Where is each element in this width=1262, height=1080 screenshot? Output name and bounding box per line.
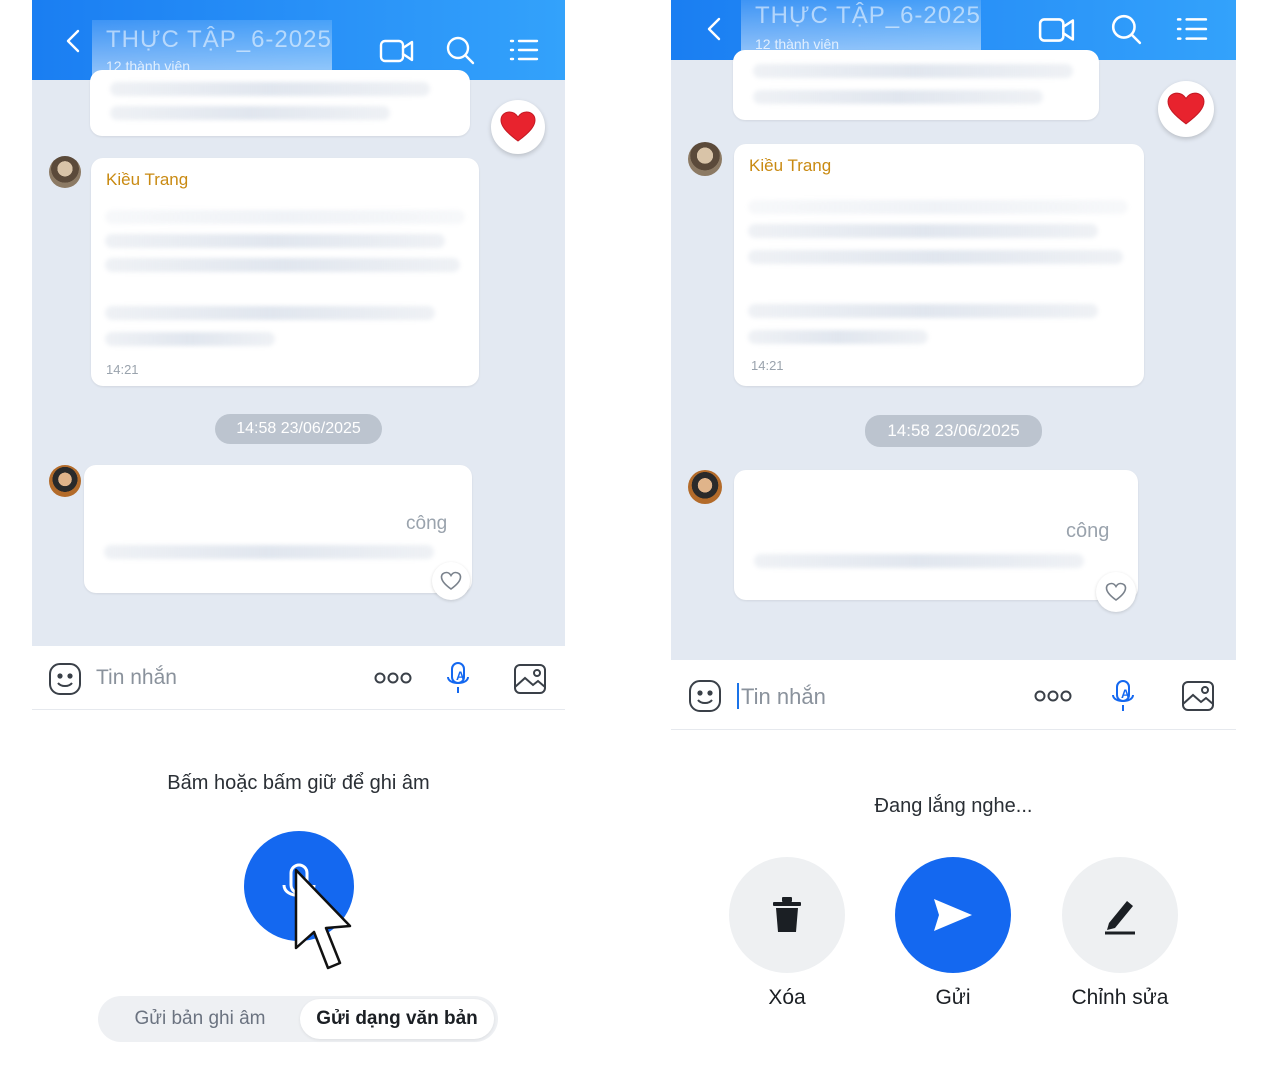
- heart-reaction[interactable]: [1158, 81, 1214, 137]
- svg-text:A: A: [1121, 687, 1130, 701]
- mouse-cursor-icon: [294, 868, 352, 970]
- message-input[interactable]: Tin nhắn: [741, 684, 826, 710]
- video-call-icon[interactable]: [378, 32, 416, 70]
- message-text-partial: công: [1066, 520, 1110, 542]
- send-button[interactable]: [895, 857, 1011, 973]
- more-options-icon[interactable]: [1031, 684, 1075, 708]
- search-icon[interactable]: [1107, 10, 1145, 48]
- group-name: THỰC TẬP_6-2025: [106, 26, 332, 53]
- svg-text:A: A: [456, 669, 465, 683]
- heart-icon: [500, 111, 536, 142]
- image-icon[interactable]: [1179, 678, 1217, 714]
- heart-reaction[interactable]: [491, 100, 545, 154]
- message-bubble[interactable]: Kiều Trang 14:21: [734, 144, 1144, 386]
- heart-icon: [1167, 92, 1205, 125]
- avatar[interactable]: [688, 470, 722, 504]
- menu-list-icon[interactable]: [1173, 12, 1211, 46]
- react-button[interactable]: [432, 562, 470, 600]
- message-time: 14:21: [751, 358, 784, 373]
- message-bubble[interactable]: công: [84, 465, 472, 593]
- video-call-icon[interactable]: [1037, 10, 1077, 50]
- delete-label: Xóa: [768, 986, 806, 1009]
- message-input-bar: Tin nhắn A: [671, 662, 1236, 730]
- react-button[interactable]: [1096, 572, 1136, 612]
- chat-area[interactable]: Kiều Trang 14:21 14:58 23/06/2025 công: [671, 50, 1236, 660]
- avatar[interactable]: [688, 142, 722, 176]
- edit-pencil-icon: [1105, 901, 1135, 935]
- sender-name: Kiều Trang: [106, 170, 189, 189]
- voice-to-text-icon[interactable]: A: [1109, 678, 1139, 714]
- message-input[interactable]: Tin nhắn: [96, 666, 177, 690]
- edit-button[interactable]: [1062, 857, 1178, 973]
- more-options-icon[interactable]: [372, 666, 414, 690]
- chat-header: THỰC TẬP_6-2025 12 thành viên: [32, 0, 565, 80]
- message-bubble[interactable]: [90, 70, 470, 136]
- left-screen: THỰC TẬP_6-2025 12 thành viên Kiều Trang: [32, 0, 565, 1080]
- sender-name: Kiều Trang: [749, 156, 832, 175]
- back-arrow-icon[interactable]: [699, 14, 729, 44]
- message-bubble[interactable]: công: [734, 470, 1138, 600]
- message-input-bar: Tin nhắn A: [32, 646, 565, 710]
- send-voice-option[interactable]: Gửi bản ghi âm: [102, 999, 298, 1039]
- sticker-icon[interactable]: [687, 678, 723, 714]
- group-name: THỰC TẬP_6-2025: [755, 2, 981, 29]
- listening-status: Đang lắng nghe...: [874, 795, 1033, 817]
- avatar[interactable]: [49, 465, 81, 497]
- chat-area[interactable]: Kiều Trang 14:21 14:58 23/06/2025 công: [32, 70, 565, 646]
- voice-to-text-icon[interactable]: A: [444, 660, 474, 696]
- message-time: 14:21: [106, 362, 139, 377]
- search-icon[interactable]: [442, 32, 478, 68]
- timestamp-divider: 14:58 23/06/2025: [215, 414, 382, 444]
- heart-icon: [440, 571, 462, 590]
- send-icon: [934, 899, 972, 931]
- delete-button[interactable]: [729, 857, 845, 973]
- send-text-option[interactable]: Gửi dạng văn bản: [300, 999, 494, 1039]
- trash-icon: [773, 897, 801, 932]
- heart-icon: [1105, 582, 1127, 601]
- message-text-partial: công: [406, 513, 448, 534]
- sticker-icon[interactable]: [48, 662, 82, 696]
- send-mode-toggle: Gửi bản ghi âm Gửi dạng văn bản: [98, 996, 498, 1042]
- message-bubble[interactable]: Kiều Trang 14:21: [91, 158, 479, 386]
- text-caret: [737, 683, 739, 709]
- message-bubble[interactable]: [733, 50, 1099, 120]
- edit-label: Chỉnh sửa: [1071, 986, 1169, 1009]
- avatar[interactable]: [49, 156, 81, 188]
- image-icon[interactable]: [512, 662, 548, 696]
- timestamp-divider: 14:58 23/06/2025: [865, 415, 1042, 447]
- right-screen: THỰC TẬP_6-2025 12 thành viên Kiều Trang: [671, 0, 1236, 1080]
- record-hint: Bấm hoặc bấm giữ để ghi âm: [167, 772, 430, 794]
- back-arrow-icon[interactable]: [58, 26, 88, 56]
- send-label: Gửi: [935, 986, 971, 1009]
- menu-list-icon[interactable]: [506, 34, 542, 66]
